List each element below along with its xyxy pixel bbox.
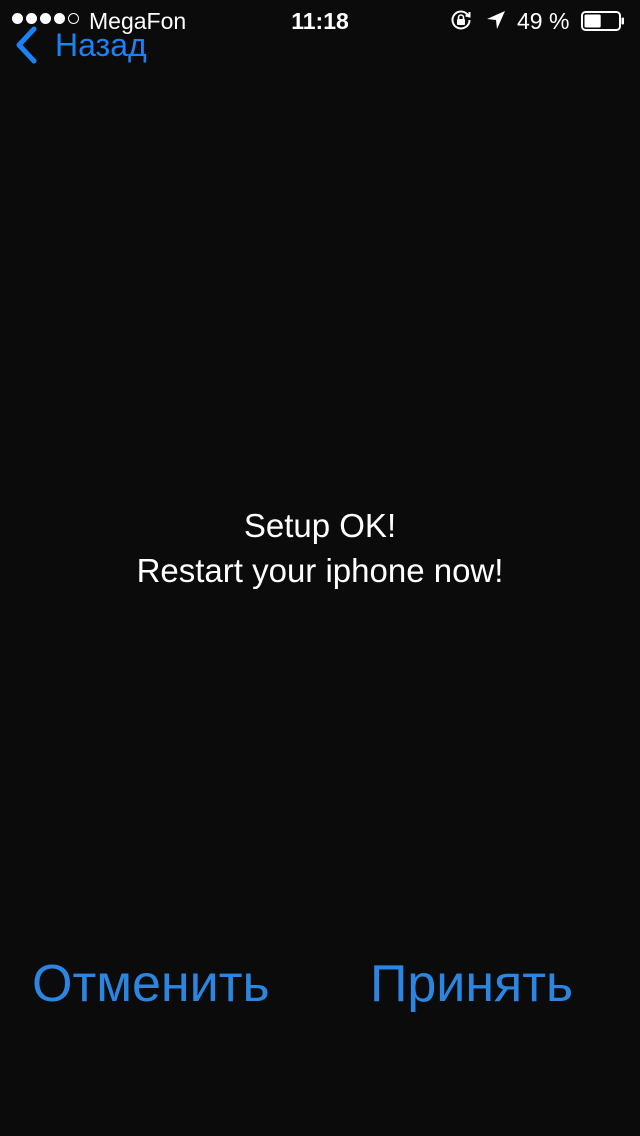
cancel-button[interactable]: Отменить xyxy=(32,952,270,1016)
battery-icon xyxy=(581,11,624,31)
back-button-label: Назад xyxy=(55,27,147,63)
chevron-left-icon xyxy=(16,26,37,64)
message-line-title: Setup OK! xyxy=(243,507,397,544)
battery-percentage: 49 % xyxy=(517,8,570,34)
rotation-lock-icon xyxy=(451,10,471,30)
accept-button[interactable]: Принять xyxy=(370,952,573,1016)
battery-fill xyxy=(584,14,601,28)
message-line-instruction: Restart your iphone now! xyxy=(136,552,504,589)
back-button[interactable]: Назад xyxy=(14,24,147,66)
location-arrow-icon xyxy=(487,11,505,29)
setup-message: Setup OK! Restart your iphone now! xyxy=(0,503,640,593)
